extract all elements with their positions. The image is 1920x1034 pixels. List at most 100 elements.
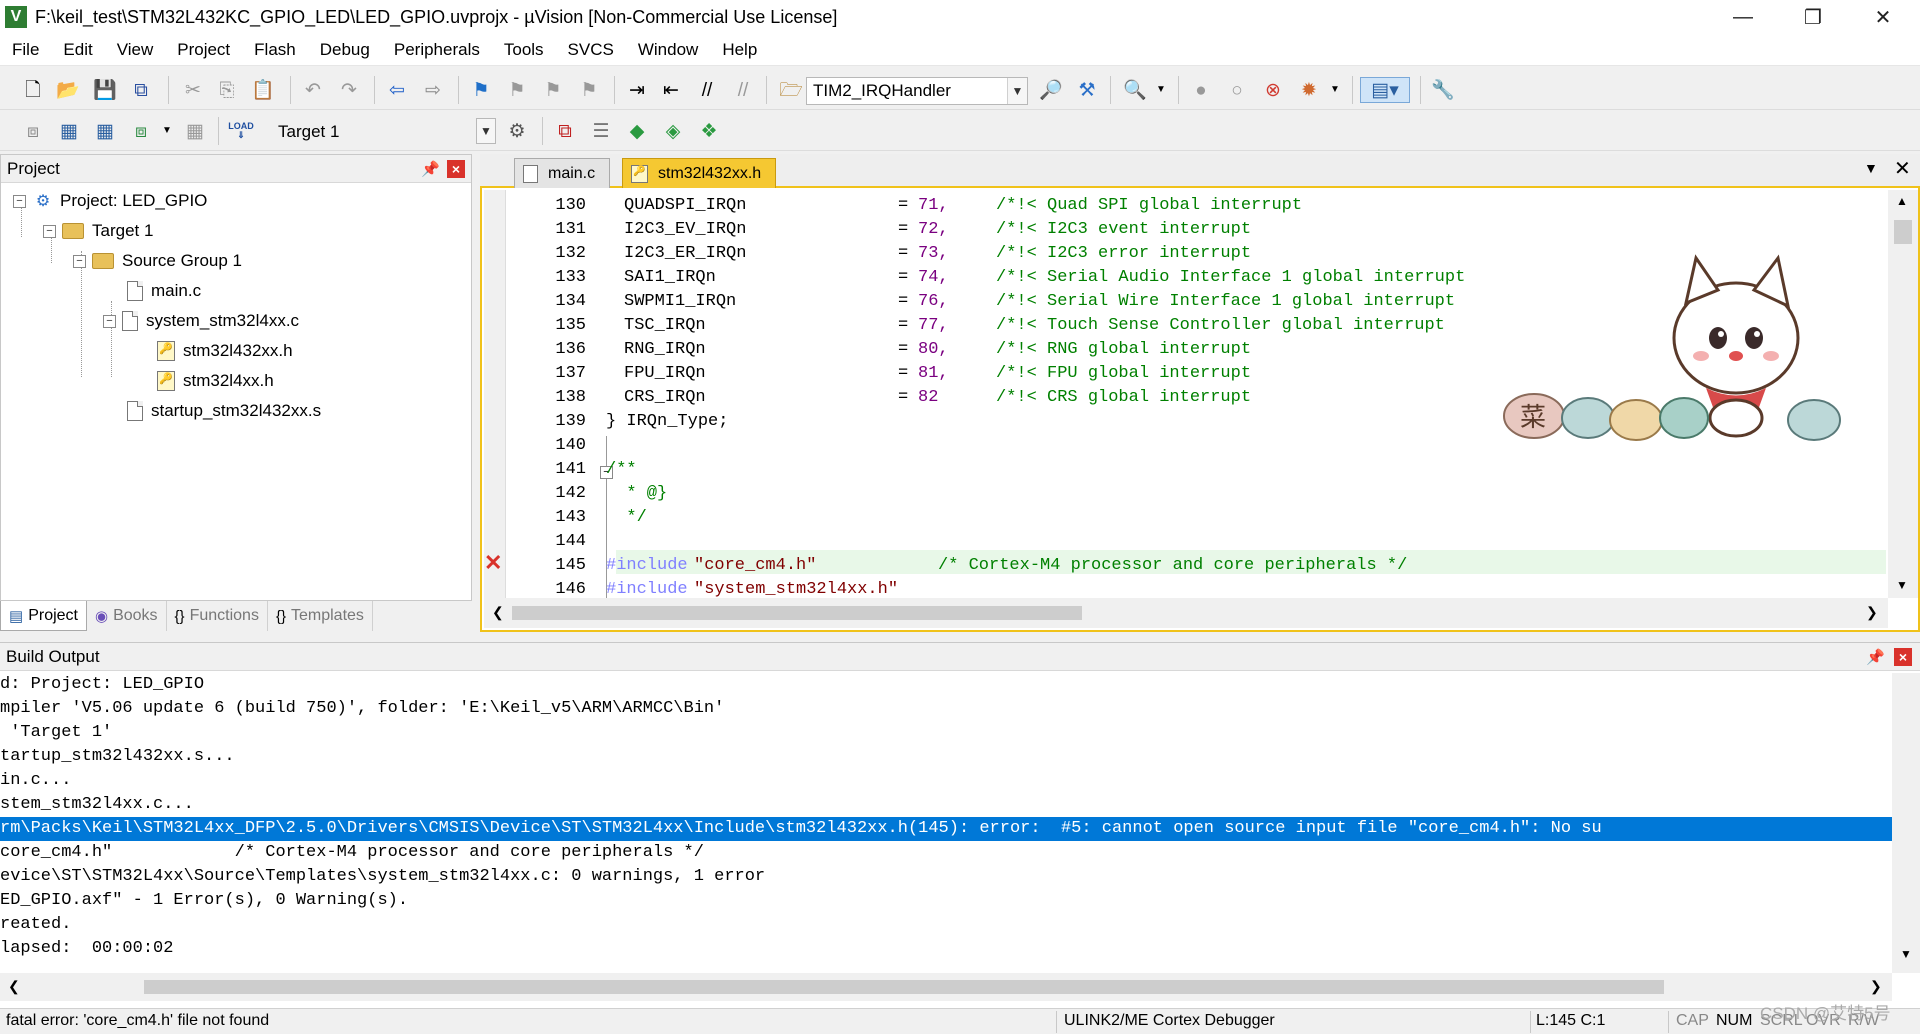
output-line[interactable]: tartup_stm32l432xx.s... [0, 745, 235, 769]
file-extensions-icon[interactable]: ☰ [588, 118, 614, 144]
debug-start-icon[interactable]: 🔍 [1122, 77, 1148, 103]
collapse-icon[interactable]: − [13, 194, 26, 208]
menu-file[interactable]: File [0, 40, 51, 60]
output-line[interactable]: lapsed: 00:00:02 [0, 937, 173, 961]
navigate-forward-icon[interactable]: ⇨ [420, 77, 446, 103]
output-line[interactable]: evice\ST\STM32L4xx\Source\Templates\syst… [0, 865, 765, 889]
output-vertical-scrollbar[interactable]: ▼ [1892, 673, 1920, 973]
find-icon[interactable]: 🔎 [1038, 77, 1064, 103]
code-area[interactable]: − 130 QUADSPI_IRQn = 71,/*!< Quad SPI globa… [506, 190, 1886, 598]
indent-icon[interactable]: ⇥ [624, 77, 650, 103]
pack-installer-icon[interactable]: ◆ [624, 118, 650, 144]
menu-tools[interactable]: Tools [492, 40, 556, 60]
redo-icon[interactable]: ↷ [336, 77, 362, 103]
output-line[interactable]: in.c... [0, 769, 71, 793]
output-line[interactable]: ED_GPIO.axf" - 1 Error(s), 0 Warning(s). [0, 889, 408, 913]
scrollbar-thumb[interactable] [1894, 220, 1912, 244]
tree-source-group[interactable]: − Source Group 1 [73, 247, 242, 275]
tab-books[interactable]: ◉ Books [87, 601, 167, 631]
download-icon[interactable]: LOAD ⇓ [228, 118, 254, 144]
comment-icon[interactable]: // [694, 77, 720, 103]
insert-bookmark-icon[interactable]: ⚑ [468, 77, 494, 103]
scroll-up-icon[interactable]: ▲ [1896, 194, 1908, 208]
chevron-down-icon[interactable]: ▼ [1007, 78, 1027, 104]
undo-icon[interactable]: ↶ [300, 77, 326, 103]
menu-peripherals[interactable]: Peripherals [382, 40, 492, 60]
cut-icon[interactable]: ✂ [180, 77, 206, 103]
translate-icon[interactable]: ⧈ [20, 118, 46, 144]
menu-debug[interactable]: Debug [308, 40, 382, 60]
menu-window[interactable]: Window [626, 40, 710, 60]
save-all-icon[interactable]: ⧉ [128, 77, 154, 103]
copy-icon[interactable]: ⎘ [214, 77, 240, 103]
function-combo[interactable]: TIM2_IRQHandler ▼ [806, 77, 1028, 105]
next-bookmark-icon[interactable]: ⚑ [540, 77, 566, 103]
find-in-files-icon[interactable]: 🗁 [778, 77, 804, 103]
chevron-down-icon[interactable]: ▼ [476, 118, 496, 144]
disable-breakpoint-icon[interactable]: ○ [1224, 77, 1250, 103]
incremental-find-icon[interactable]: ⚒ [1074, 77, 1100, 103]
manage-project-items-icon[interactable]: ⧉ [552, 118, 578, 144]
tab-main-c[interactable]: main.c [514, 158, 611, 188]
configure-icon[interactable]: 🔧 [1430, 77, 1456, 103]
manage-run-time-environment-icon[interactable]: ❖ [696, 118, 722, 144]
unindent-icon[interactable]: ⇤ [658, 77, 684, 103]
prev-bookmark-icon[interactable]: ⚑ [504, 77, 530, 103]
kill-all-breakpoints-icon[interactable]: ✹ [1296, 77, 1322, 103]
tab-stm32l432xx-h[interactable]: 🔑 stm32l432xx.h [622, 158, 777, 188]
menu-project[interactable]: Project [165, 40, 242, 60]
output-line[interactable]: d: Project: LED_GPIO [0, 673, 204, 697]
scroll-left-icon[interactable]: ❮ [492, 604, 504, 621]
menu-view[interactable]: View [105, 40, 166, 60]
pin-icon[interactable]: 📌 [1866, 648, 1885, 666]
pin-icon[interactable]: 📌 [421, 160, 440, 178]
close-pane-icon[interactable]: × [1894, 648, 1912, 666]
scrollbar-thumb[interactable] [144, 980, 1664, 994]
restore-button[interactable]: ❐ [1782, 0, 1844, 34]
scroll-right-icon[interactable]: ❯ [1866, 604, 1878, 621]
tree-file-startup-s[interactable]: startup_stm32l432xx.s [127, 397, 321, 425]
scrollbar-thumb[interactable] [512, 606, 1082, 620]
open-file-icon[interactable]: 📂 [55, 77, 81, 103]
tree-target[interactable]: − Target 1 [43, 217, 153, 245]
collapse-icon[interactable]: − [43, 224, 56, 238]
build-output-text[interactable]: d: Project: LED_GPIO mpiler 'V5.06 update… [0, 673, 1892, 963]
menu-help[interactable]: Help [710, 40, 769, 60]
uncomment-icon[interactable]: // [730, 77, 756, 103]
scroll-right-icon[interactable]: ❯ [1870, 978, 1882, 995]
build-icon[interactable]: ▦ [56, 118, 82, 144]
menu-flash[interactable]: Flash [242, 40, 308, 60]
chevron-down-icon[interactable]: ▼ [1148, 77, 1174, 103]
new-file-icon[interactable]: 🗋 [20, 77, 46, 103]
menu-edit[interactable]: Edit [51, 40, 104, 60]
batch-build-icon[interactable]: ⧈ [128, 118, 154, 144]
output-line[interactable]: reated. [0, 913, 71, 937]
close-editor-icon[interactable]: ✕ [1894, 156, 1911, 181]
tree-file-system-c[interactable]: − system_stm32l4xx.c [103, 307, 299, 335]
paste-icon[interactable]: 📋 [250, 77, 276, 103]
tree-file-main-c[interactable]: main.c [127, 277, 201, 305]
navigate-back-icon[interactable]: ⇦ [384, 77, 410, 103]
collapse-icon[interactable]: − [73, 254, 86, 268]
tree-file-stm32l432xx-h[interactable]: 🔑 stm32l432xx.h [157, 337, 293, 365]
target-combo[interactable]: Target 1 ▼ [272, 118, 496, 146]
tab-project[interactable]: ▤ Project [0, 601, 87, 631]
output-horizontal-scrollbar[interactable]: ❮ ❯ [0, 973, 1892, 1001]
select-packs-icon[interactable]: ◈ [660, 118, 686, 144]
close-button[interactable]: ✕ [1852, 0, 1914, 34]
output-line-selected-error[interactable]: rm\Packs\Keil\STM32L4xx_DFP\2.5.0\Driver… [0, 817, 1892, 841]
output-line[interactable]: core_cm4.h" /* Cortex-M4 processor and c… [0, 841, 704, 865]
save-icon[interactable]: 💾 [92, 77, 118, 103]
clear-bookmarks-icon[interactable]: ⚑ [576, 77, 602, 103]
target-options-icon[interactable]: ⚙ [504, 118, 530, 144]
collapse-icon[interactable]: − [103, 314, 116, 328]
tab-functions[interactable]: {} Functions [167, 601, 268, 631]
output-line[interactable]: stem_stm32l4xx.c... [0, 793, 194, 817]
close-pane-icon[interactable]: × [447, 160, 465, 178]
tree-file-stm32l4xx-h[interactable]: 🔑 stm32l4xx.h [157, 367, 274, 395]
scroll-left-icon[interactable]: ❮ [8, 978, 20, 995]
editor-vertical-scrollbar[interactable]: ▲ ▼ [1888, 190, 1918, 598]
scroll-down-icon[interactable]: ▼ [1896, 578, 1908, 592]
output-line[interactable]: 'Target 1' [0, 721, 112, 745]
stop-build-icon[interactable]: ▦ [182, 118, 208, 144]
